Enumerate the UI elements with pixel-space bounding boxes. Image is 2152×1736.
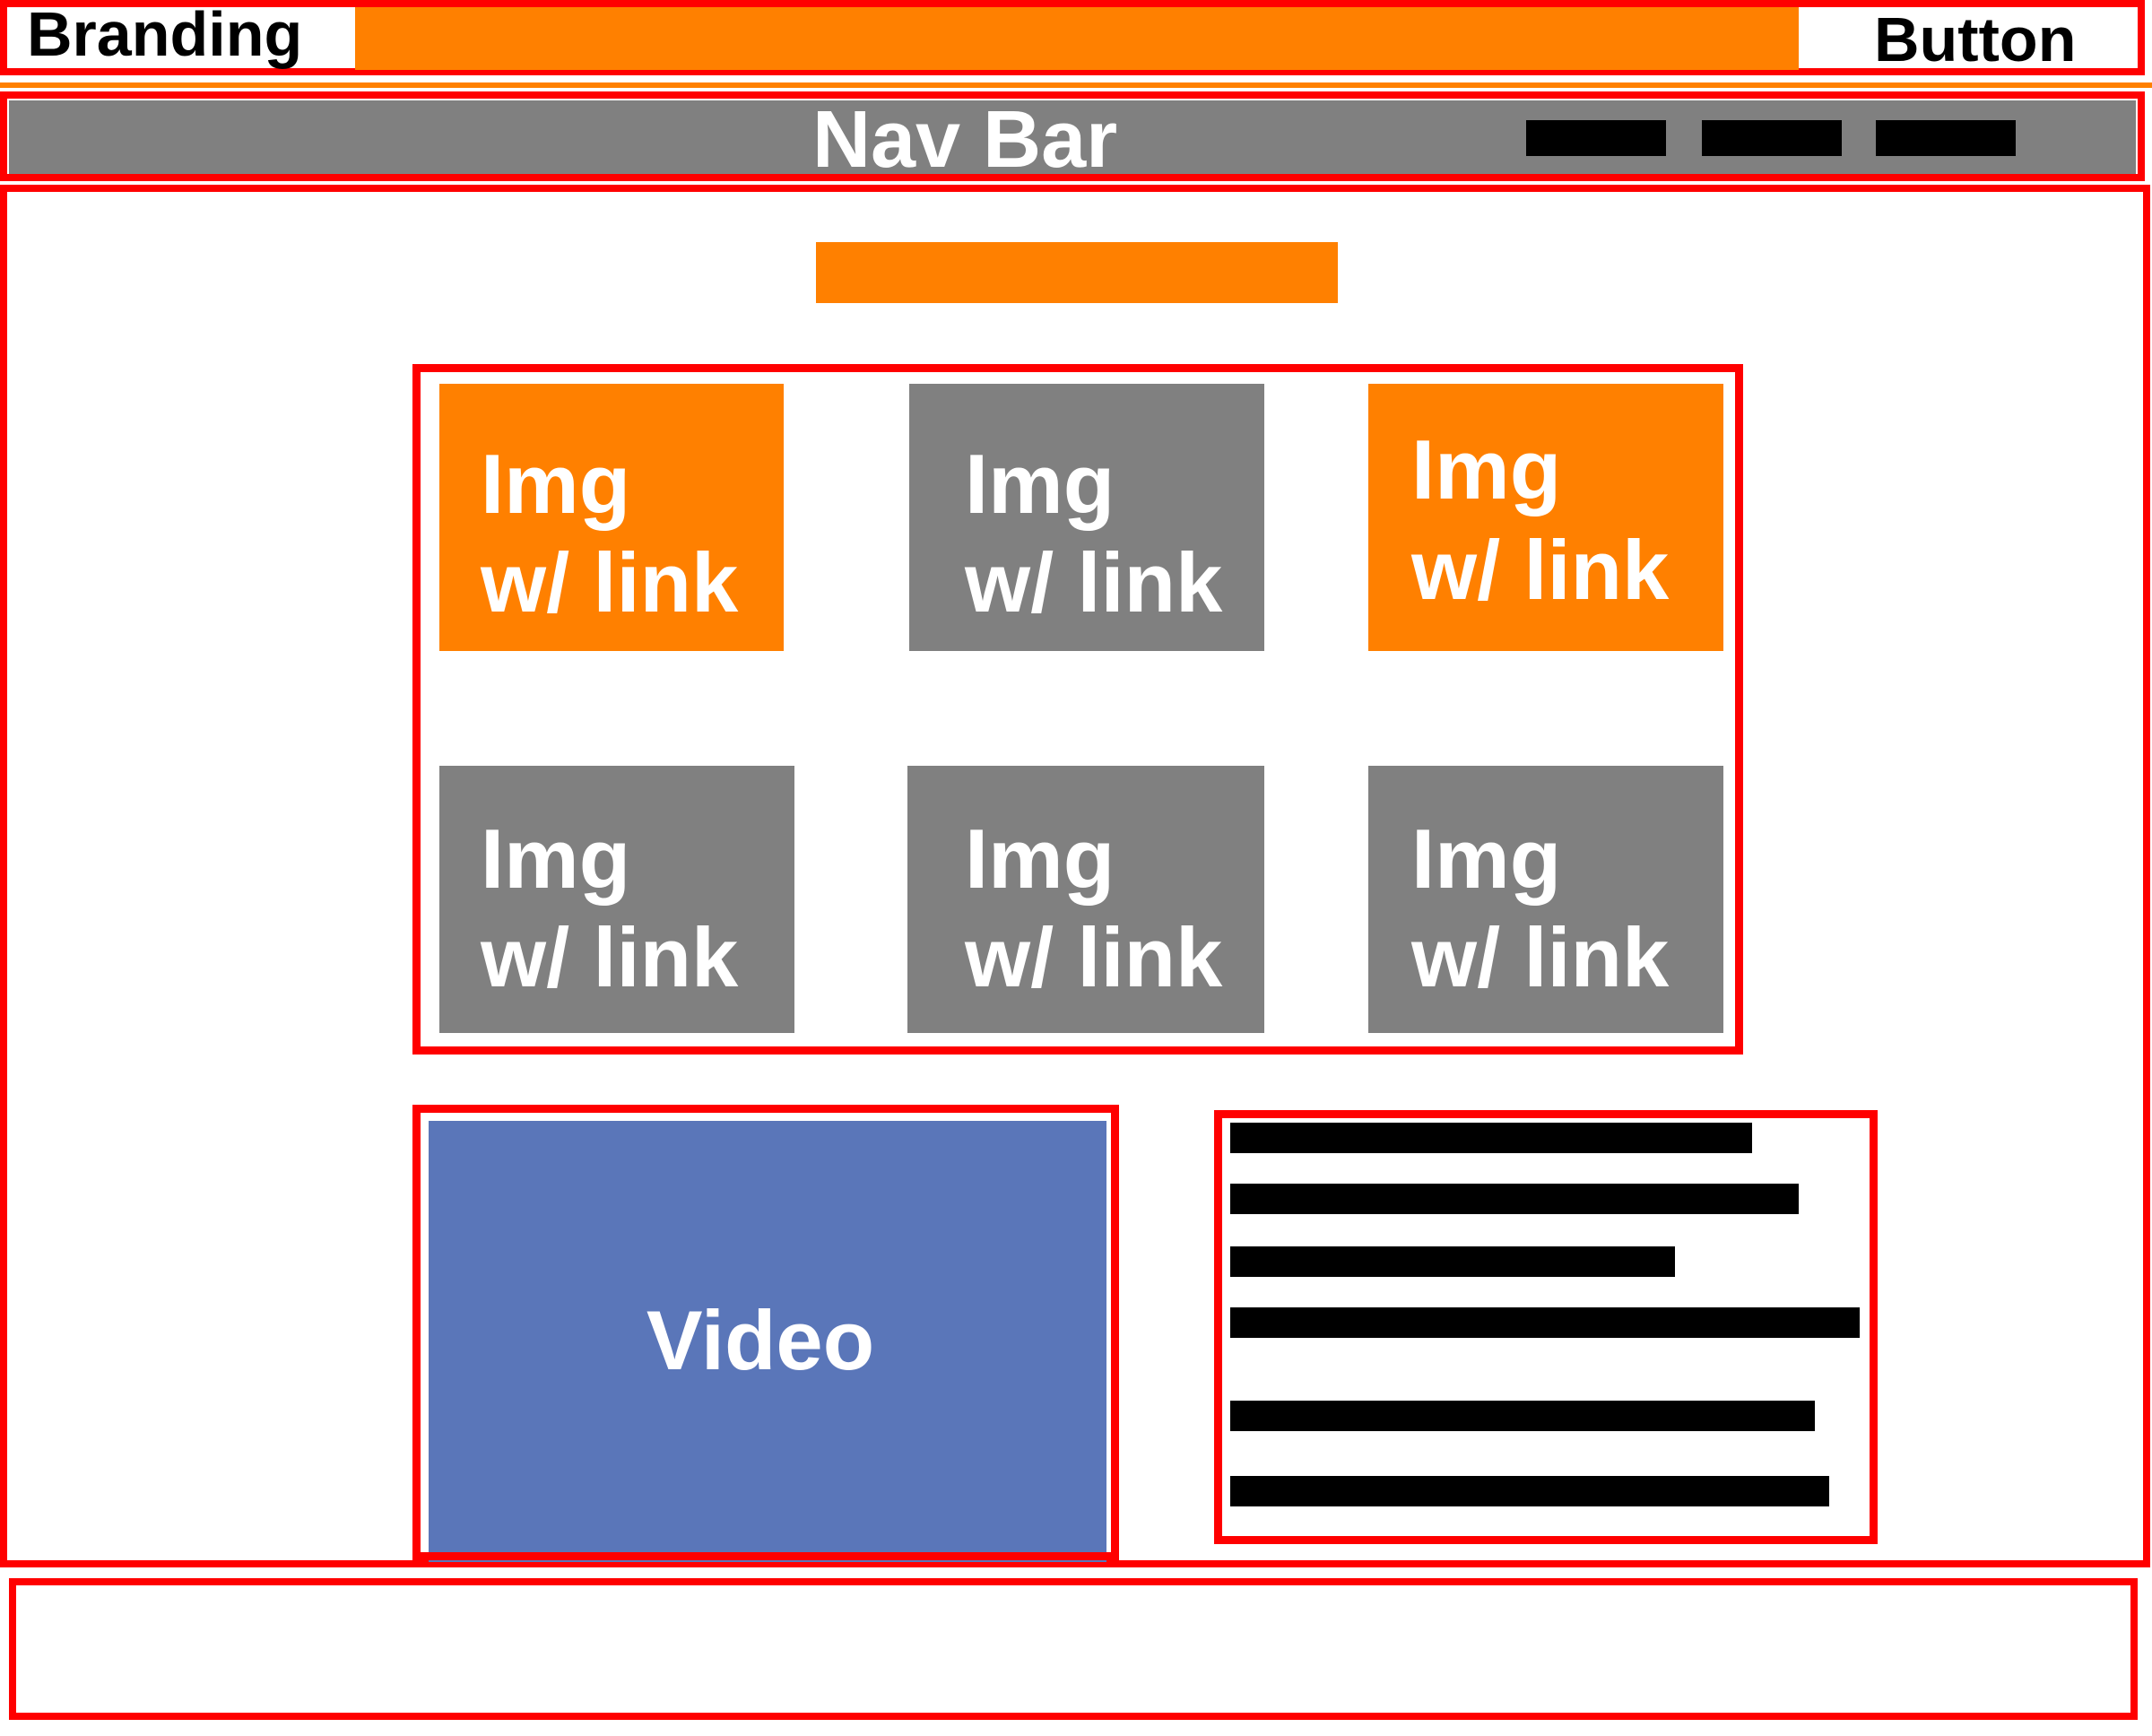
text-line-placeholder bbox=[1230, 1476, 1829, 1506]
image-link-tile[interactable]: Img w/ link bbox=[1367, 382, 1725, 653]
tile-label-line1: Img bbox=[1411, 422, 1562, 516]
tile-label-line1: Img bbox=[481, 812, 631, 906]
tile-label-line2: w/ link bbox=[965, 910, 1223, 1004]
image-link-tile[interactable]: Img w/ link bbox=[1367, 764, 1725, 1035]
nav-item-3[interactable] bbox=[1876, 120, 2016, 156]
header-button[interactable]: Button bbox=[1874, 5, 2076, 74]
tile-label-line1: Img bbox=[965, 437, 1115, 531]
nav-title: Nav Bar bbox=[812, 95, 1118, 185]
video-label: Video bbox=[646, 1293, 875, 1387]
image-link-tile[interactable]: Img w/ link bbox=[438, 764, 796, 1035]
header-banner bbox=[355, 7, 1799, 70]
text-line-placeholder bbox=[1230, 1184, 1799, 1214]
header-divider bbox=[0, 82, 2152, 88]
image-link-tile[interactable]: Img w/ link bbox=[906, 764, 1266, 1035]
text-line-placeholder bbox=[1230, 1246, 1675, 1277]
text-line-placeholder bbox=[1230, 1123, 1752, 1153]
tile-label-line2: w/ link bbox=[481, 535, 739, 629]
branding-logo[interactable]: Branding bbox=[27, 0, 302, 68]
hero-heading-placeholder bbox=[816, 242, 1338, 303]
text-line-placeholder bbox=[1230, 1307, 1860, 1338]
text-line-placeholder bbox=[1230, 1401, 1815, 1431]
nav-item-1[interactable] bbox=[1526, 120, 1666, 156]
tile-label-line1: Img bbox=[481, 437, 631, 531]
image-link-tile[interactable]: Img w/ link bbox=[907, 382, 1266, 653]
tile-label-line2: w/ link bbox=[1411, 910, 1670, 1004]
image-link-tile[interactable]: Img w/ link bbox=[438, 382, 785, 653]
nav-item-2[interactable] bbox=[1702, 120, 1842, 156]
tile-label-line2: w/ link bbox=[481, 910, 739, 1004]
tile-label-line2: w/ link bbox=[1411, 523, 1670, 617]
tile-label-line1: Img bbox=[1411, 812, 1562, 906]
tile-label-line1: Img bbox=[965, 812, 1115, 906]
footer-region bbox=[9, 1578, 2138, 1720]
tile-label-line2: w/ link bbox=[965, 535, 1223, 629]
